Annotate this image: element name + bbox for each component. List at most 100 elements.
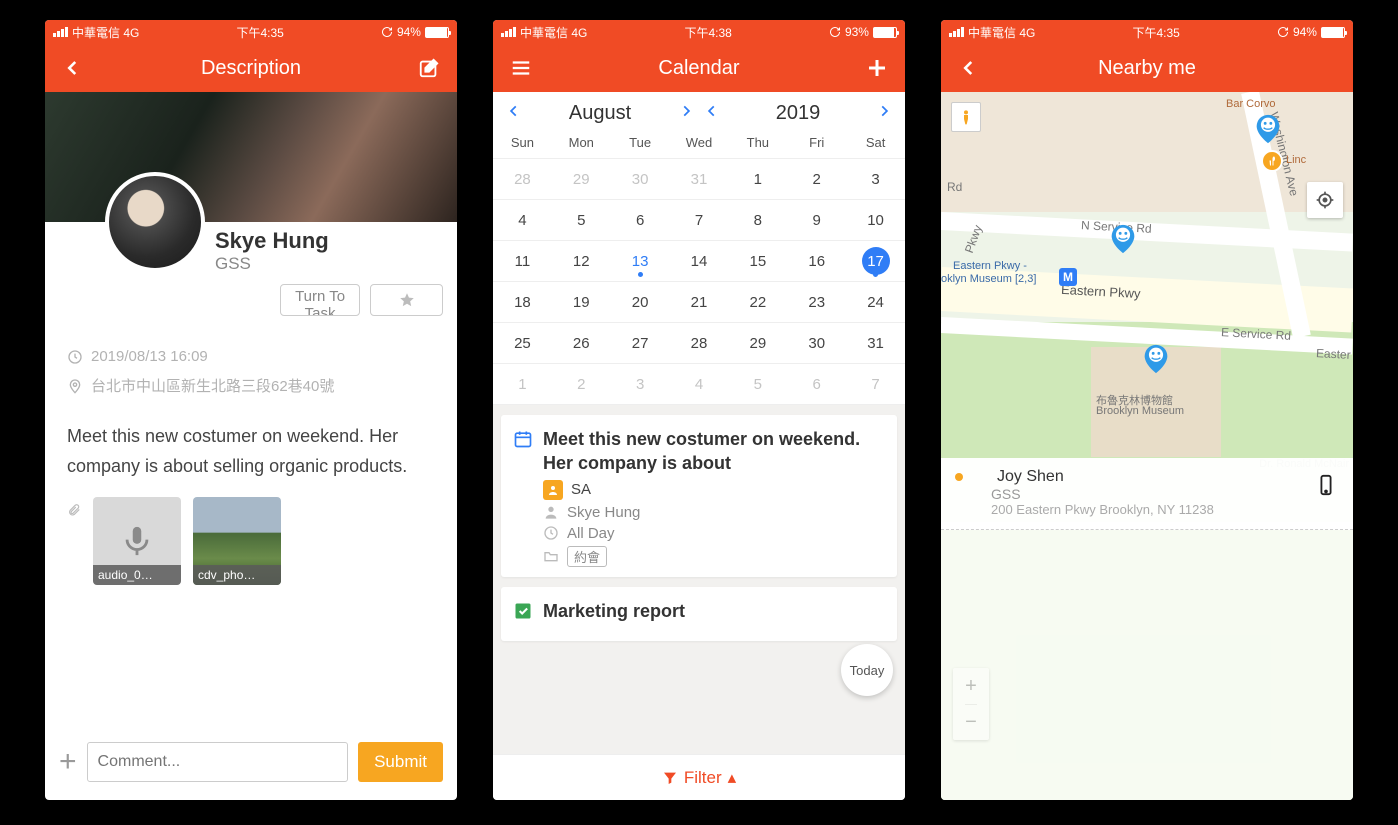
calendar-day[interactable]: 4 [493,200,552,240]
back-button[interactable] [59,54,87,82]
attachment-photo[interactable]: cdv_pho… [193,497,281,585]
calendar-day[interactable]: 11 [493,241,552,281]
call-button[interactable] [1315,470,1337,505]
calendar-day[interactable]: 4 [670,364,729,404]
status-bar: 中華電信 4G 下午4:35 94% [45,20,457,44]
calendar-day[interactable]: 29 [728,323,787,363]
food-pin-icon[interactable] [1261,150,1283,172]
carrier-label: 中華電信 4G [968,24,1035,41]
year-label[interactable]: 2019 [776,102,821,125]
calendar-day[interactable]: 29 [552,159,611,199]
calendar-day[interactable]: 24 [846,282,905,322]
calendar-day[interactable]: 30 [611,159,670,199]
event-card[interactable]: Marketing report [501,587,897,641]
location-icon [67,378,83,394]
filter-button[interactable]: Filter ▴ [493,754,905,800]
today-button[interactable]: Today [841,644,893,696]
calendar-day[interactable]: 6 [611,200,670,240]
calendar-day[interactable]: 2 [552,364,611,404]
calendar-day[interactable]: 3 [846,159,905,199]
favorite-button[interactable] [370,284,443,316]
star-icon [398,291,416,309]
calendar-day[interactable]: 26 [552,323,611,363]
add-attachment-button[interactable]: + [59,745,77,779]
battery-pct: 94% [397,25,421,39]
contact-card[interactable]: Joy Shen GSS 200 Eastern Pkwy Brooklyn, … [941,458,1353,530]
poi-label: Bar Corvo [1226,98,1276,110]
event-title: Meet this new costumer on weekend. Her c… [543,427,885,476]
back-button[interactable] [955,54,983,82]
calendar-day[interactable]: 3 [611,364,670,404]
calendar-day[interactable]: 28 [670,323,729,363]
person-name: Skye Hung [215,228,443,254]
calendar-day[interactable]: 5 [728,364,787,404]
battery-icon [425,27,449,38]
calendar-day[interactable]: 15 [728,241,787,281]
status-dot-icon [955,473,963,481]
streetview-button[interactable] [951,102,981,132]
comment-bar: + Submit [45,728,457,800]
sync-icon [1277,26,1289,38]
zoom-control[interactable]: +− [953,668,989,740]
calendar-day[interactable]: 20 [611,282,670,322]
attachment-audio[interactable]: audio_0… [93,497,181,585]
zoom-in-button[interactable]: + [965,668,977,704]
calendar-day[interactable]: 5 [552,200,611,240]
weekday-label: Tue [611,135,670,150]
calendar-day[interactable]: 18 [493,282,552,322]
map-pin[interactable] [1106,222,1140,256]
calendar-day[interactable]: 30 [787,323,846,363]
calendar-day[interactable]: 19 [552,282,611,322]
next-month-button[interactable] [679,102,693,125]
calendar-day[interactable]: 6 [787,364,846,404]
turn-to-task-button[interactable]: Turn To Task [280,284,360,316]
calendar-day[interactable]: 31 [670,159,729,199]
zoom-out-button[interactable]: − [965,704,977,740]
next-year-button[interactable] [877,102,891,125]
prev-month-button[interactable] [507,102,521,125]
calendar-day[interactable]: 23 [787,282,846,322]
calendar-day[interactable]: 13 [611,241,670,281]
calendar-day[interactable]: 25 [493,323,552,363]
calendar-day[interactable]: 16 [787,241,846,281]
avatar[interactable] [105,172,205,272]
calendar-day[interactable]: 27 [611,323,670,363]
map[interactable]: N Service Rd Eastern Pkwy E Service Rd W… [941,92,1353,800]
nav-bar: Calendar [493,44,905,92]
compose-button[interactable] [415,54,443,82]
calendar-day[interactable]: 21 [670,282,729,322]
profile-header: Skye Hung GSS Turn To Task [45,222,457,332]
month-label[interactable]: August [569,102,631,125]
calendar-day[interactable]: 8 [728,200,787,240]
microphone-icon [120,521,154,561]
weekday-label: Sun [493,135,552,150]
calendar-week: 45678910 [493,200,905,241]
contact-org: GSS [991,486,1337,502]
calendar-day[interactable]: 1 [728,159,787,199]
calendar-day[interactable]: 14 [670,241,729,281]
attachment-caption: cdv_pho… [193,565,281,585]
map-pin[interactable] [1251,112,1285,146]
calendar-day[interactable]: 2 [787,159,846,199]
calendar-day[interactable]: 7 [846,364,905,404]
add-event-button[interactable] [863,54,891,82]
calendar-day[interactable]: 28 [493,159,552,199]
map-pin[interactable] [1139,342,1173,376]
prev-year-button[interactable] [705,102,719,125]
calendar-day[interactable]: 1 [493,364,552,404]
paperclip-icon [67,501,81,524]
calendar-day[interactable]: 31 [846,323,905,363]
calendar-day[interactable]: 22 [728,282,787,322]
event-card[interactable]: Meet this new costumer on weekend. Her c… [501,415,897,577]
calendar-day[interactable]: 9 [787,200,846,240]
submit-button[interactable]: Submit [358,742,443,782]
nav-bar: Nearby me [941,44,1353,92]
locate-button[interactable] [1307,182,1343,218]
calendar-day[interactable]: 7 [670,200,729,240]
funnel-icon [662,770,678,786]
calendar-day[interactable]: 12 [552,241,611,281]
calendar-day[interactable]: 10 [846,200,905,240]
menu-button[interactable] [507,54,535,82]
comment-input[interactable] [87,742,349,782]
calendar-day[interactable]: 17 [846,241,905,281]
